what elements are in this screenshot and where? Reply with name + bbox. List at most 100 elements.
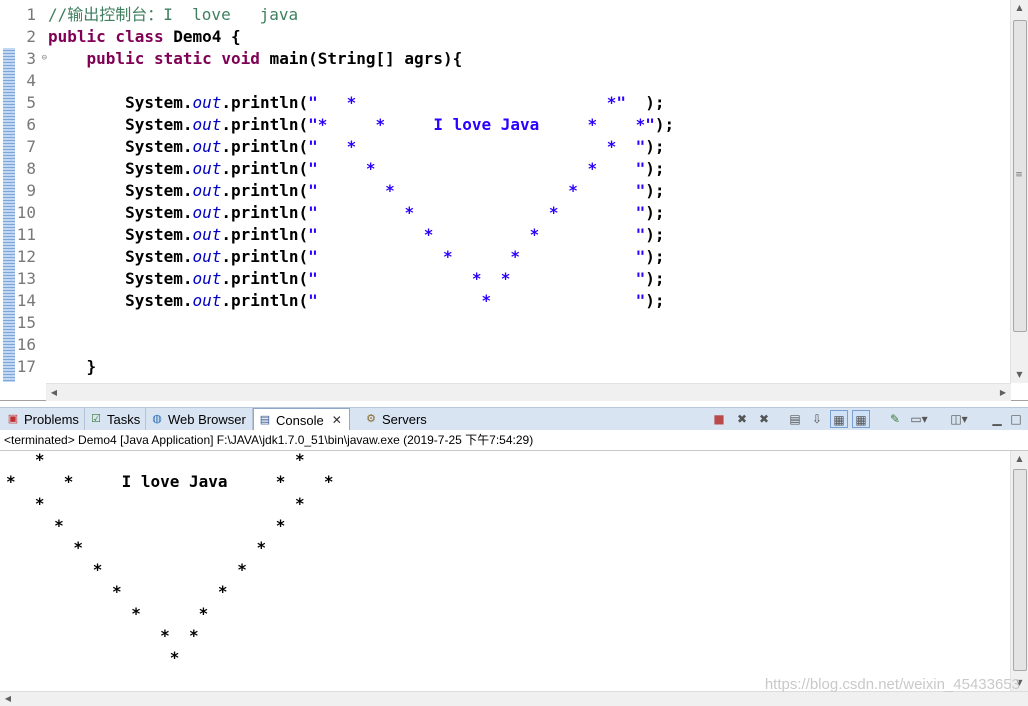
code-line[interactable]: System.out.println(" * "); [48, 290, 674, 312]
console-line: * * [6, 516, 324, 535]
code-text: .println( [221, 203, 309, 222]
maximize-icon[interactable]: □ [1007, 410, 1025, 428]
code-text: .println( [221, 159, 309, 178]
editor-text-area[interactable]: 1 2 3 ⊖ 4 5 6 7 8 9 10 11 12 13 14 15 16 … [0, 4, 995, 382]
line-number: 11 [16, 225, 36, 244]
code-text: .println( [221, 291, 309, 310]
code-line[interactable]: System.out.println(" * * "); [48, 136, 674, 158]
line-number: 2 [26, 27, 36, 46]
console-vertical-scrollbar[interactable]: ▲ ▼ [1010, 451, 1028, 691]
code-editor[interactable]: 1 2 3 ⊖ 4 5 6 7 8 9 10 11 12 13 14 15 16 … [0, 0, 1028, 401]
scroll-left-arrow-icon[interactable]: ◀ [0, 692, 16, 706]
problems-icon: ▣ [7, 413, 19, 425]
clear-console-icon[interactable]: ▤ [786, 410, 804, 428]
display-console-icon[interactable]: ▭▾ [910, 410, 928, 428]
servers-icon: ⚙ [366, 413, 376, 425]
static-field: out [192, 93, 222, 112]
scroll-down-arrow-icon[interactable]: ▼ [1011, 367, 1028, 383]
line-number: 17 [16, 357, 36, 376]
tab-web-browser[interactable]: ◍ Web Browser [146, 408, 253, 430]
string-literal: " * * " [308, 159, 646, 178]
line-number: 3 ⊖ [0, 48, 47, 70]
console-line: * * [6, 604, 324, 623]
line-number-text: 3 [26, 49, 36, 68]
code-lines[interactable]: //输出控制台：I love java public class Demo4 {… [48, 4, 674, 378]
remove-launch-icon[interactable]: ✖ [733, 410, 751, 428]
code-text: ); [645, 247, 665, 266]
code-text: .println( [221, 269, 309, 288]
string-literal: " * * " [308, 225, 646, 244]
tab-servers[interactable]: ⚙ Servers [360, 408, 434, 430]
code-line[interactable]: System.out.println(" * * "); [48, 202, 674, 224]
code-line[interactable]: System.out.println(" * * "); [48, 224, 674, 246]
static-field: out [192, 137, 222, 156]
code-text: System. [48, 181, 193, 200]
code-text: .println( [221, 93, 309, 112]
code-line[interactable]: System.out.println(" * * "); [48, 180, 674, 202]
close-icon[interactable]: ✕ [332, 413, 342, 427]
keyword: public static void [86, 49, 260, 68]
code-text: System. [48, 269, 193, 288]
editor-horizontal-scrollbar[interactable]: ◀ ▶ [46, 383, 1011, 401]
static-field: out [192, 291, 222, 310]
fold-collapse-icon[interactable]: ⊖ [38, 54, 47, 63]
minimize-icon[interactable]: ▁ [988, 410, 1006, 428]
scroll-thumb[interactable] [1013, 469, 1027, 671]
code-line[interactable]: System.out.println(" * * "); [48, 268, 674, 290]
code-line[interactable] [48, 312, 674, 334]
tab-console[interactable]: ▤ Console ✕ [253, 408, 350, 431]
code-line[interactable]: public static void main(String[] agrs){ [48, 48, 674, 70]
line-number: 9 [26, 181, 36, 200]
code-line[interactable] [48, 70, 674, 92]
code-line[interactable]: System.out.println("* * I love Java * *"… [48, 114, 674, 136]
code-line[interactable]: System.out.println(" * * "); [48, 158, 674, 180]
scroll-up-arrow-icon[interactable]: ▲ [1011, 451, 1028, 467]
remove-all-icon[interactable]: ✖ [755, 410, 773, 428]
line-number: 15 [16, 313, 36, 332]
show-stderr-icon[interactable]: ▦ [852, 410, 870, 428]
static-field: out [192, 115, 222, 134]
code-line[interactable]: //输出控制台：I love java [48, 4, 674, 26]
comment-text: //输出控制台：I love java [48, 5, 299, 24]
tab-tasks[interactable]: ☑ Tasks [85, 408, 146, 430]
code-text: System. [48, 247, 193, 266]
scroll-right-arrow-icon[interactable]: ▶ [995, 384, 1011, 401]
line-number: 8 [26, 159, 36, 178]
code-line[interactable]: public class Demo4 { [48, 26, 674, 48]
code-text: ); [645, 181, 665, 200]
code-text: System. [48, 225, 193, 244]
view-tab-bar: ▣ Problems ☑ Tasks ◍ Web Browser ▤ Console ✕ … [0, 407, 1028, 431]
code-text: .println( [221, 181, 309, 200]
terminate-icon[interactable]: ■ [710, 410, 728, 428]
console-icon: ▤ [259, 414, 271, 426]
scroll-left-arrow-icon[interactable]: ◀ [46, 384, 62, 401]
static-field: out [192, 203, 222, 222]
line-number: 16 [16, 335, 36, 354]
open-console-icon[interactable]: ◫▾ [950, 410, 968, 428]
console-line: * * [6, 560, 324, 579]
static-field: out [192, 269, 222, 288]
pin-console-icon[interactable]: ✎ [886, 410, 904, 428]
editor-vertical-scrollbar[interactable]: ▲ ≡ ▼ [1010, 0, 1028, 383]
console-line: * * [6, 451, 305, 469]
code-line[interactable]: System.out.println(" * * "); [48, 246, 674, 268]
static-field: out [192, 181, 222, 200]
line-number: 5 [26, 93, 36, 112]
code-text: System. [48, 291, 193, 310]
tab-label: Console [276, 412, 324, 428]
code-line[interactable]: System.out.println(" * *" ); [48, 92, 674, 114]
tab-problems[interactable]: ▣ Problems [2, 408, 85, 430]
code-text: .println( [221, 247, 309, 266]
code-text: System. [48, 93, 193, 112]
console-line: * * [6, 494, 324, 513]
code-line[interactable] [48, 334, 674, 356]
code-text: System. [48, 115, 193, 134]
line-number: 14 [16, 291, 36, 310]
console-output-area[interactable]: * * * * I love Java * * * * * * * * * * … [0, 451, 1010, 691]
code-line[interactable]: } [48, 356, 674, 378]
scroll-up-arrow-icon[interactable]: ▲ [1011, 0, 1028, 16]
scroll-lock-icon[interactable]: ⇩ [808, 410, 826, 428]
string-literal: " * * " [308, 247, 646, 266]
console-horizontal-scrollbar[interactable]: ◀ [0, 691, 1028, 706]
show-stdout-icon[interactable]: ▦ [830, 410, 848, 428]
